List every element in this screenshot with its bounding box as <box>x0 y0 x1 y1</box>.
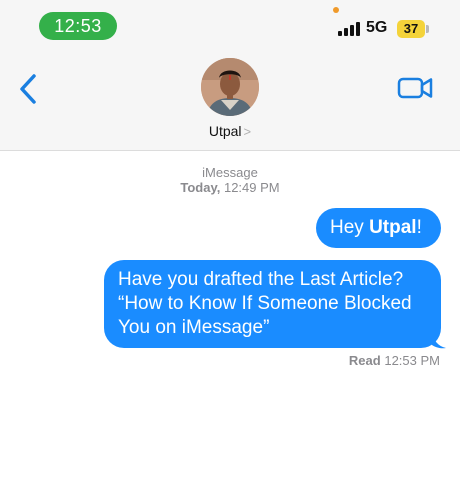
message-text: Hey <box>330 217 370 238</box>
message-bold-name: Utpal <box>369 217 417 238</box>
read-receipt: Read 12:53 PM <box>349 353 440 368</box>
chevron-right-icon: > <box>243 124 252 139</box>
video-camera-icon <box>397 77 433 99</box>
status-time: 12:53 <box>39 12 117 40</box>
battery-tip <box>426 25 429 33</box>
read-time: 12:53 PM <box>384 353 440 368</box>
signal-bars-icon <box>338 22 360 36</box>
timestamp-day: Today, <box>180 180 221 195</box>
messages-screen: 12:53 5G 37 Utpal > iMessage Today, 12:4… <box>0 0 460 500</box>
contact-name: Utpal <box>208 123 242 139</box>
conversation-header: 12:53 5G 37 Utpal > <box>0 0 460 151</box>
message-bubble-sent[interactable]: Have you drafted the Last Article? “How … <box>104 260 441 348</box>
service-label: iMessage <box>202 165 258 180</box>
timestamp-time: 12:49 PM <box>223 180 280 195</box>
avatar-photo <box>201 58 259 116</box>
battery-icon: 37 <box>397 20 425 38</box>
network-type: 5G <box>366 19 388 36</box>
contact-avatar[interactable] <box>201 58 259 116</box>
message-bubble-sent[interactable]: Hey Utpal! <box>316 208 441 248</box>
bubble-tail <box>432 333 446 349</box>
battery-level: 37 <box>403 21 419 36</box>
back-button[interactable] <box>14 70 44 108</box>
message-text: Have you drafted the Last Article? “How … <box>118 269 412 338</box>
message-text-suffix: ! <box>416 217 422 238</box>
message-timestamp: Today, 12:49 PM <box>0 180 460 195</box>
privacy-indicator-dot <box>333 7 339 13</box>
read-label: Read <box>348 353 381 368</box>
facetime-video-button[interactable] <box>397 74 435 102</box>
back-chevron-icon <box>20 74 36 104</box>
contact-name-button[interactable]: Utpal > <box>0 123 460 139</box>
